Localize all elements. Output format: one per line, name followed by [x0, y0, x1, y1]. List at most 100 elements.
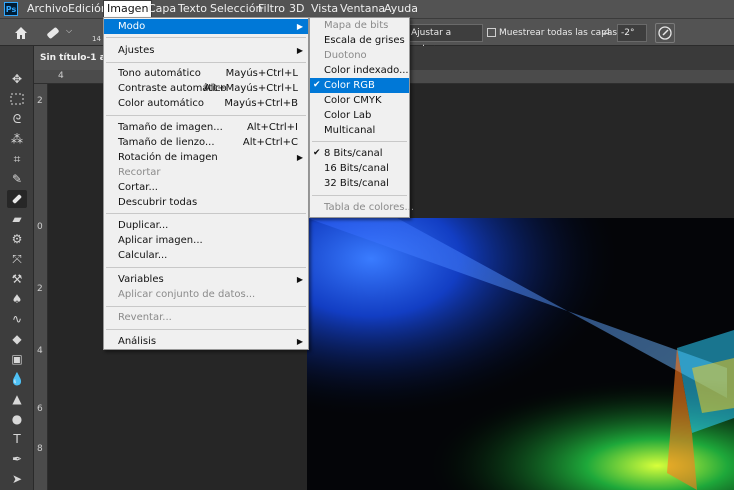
pressure-size-toggle[interactable]: [655, 23, 675, 43]
history-brush-tool-icon[interactable]: ⤧: [7, 250, 27, 268]
menu-item-label: 32 Bits/canal: [324, 178, 389, 189]
pen-path-tool-icon[interactable]: ∿: [7, 310, 27, 328]
menu-item-label: 8 Bits/canal: [324, 148, 383, 159]
mode-item-color-indexado[interactable]: Color indexado...: [310, 63, 409, 78]
menu-item-analisis[interactable]: Análisis ▶: [104, 334, 308, 349]
submenu-arrow-icon: ▶: [296, 22, 303, 31]
submenu-arrow-icon: ▶: [296, 275, 303, 284]
mode-item-color-rgb[interactable]: ✔ Color RGB: [310, 78, 409, 93]
menu-item-label: Multicanal: [324, 125, 376, 136]
document-photo: [307, 218, 734, 490]
menu-item-rotacion-imagen[interactable]: Rotación de imagen ▶: [104, 150, 308, 165]
prism-light-image: [307, 218, 734, 490]
ruler-tick-label: 6: [37, 404, 43, 414]
sample-all-layers-label: Muestrear todas las capas: [499, 28, 618, 38]
marquee-tool-icon[interactable]: [7, 90, 27, 108]
ruler-tick-label: 2: [37, 96, 43, 106]
brush-tool-icon[interactable]: ▰: [7, 210, 27, 228]
menu-item-label: Variables: [118, 274, 164, 285]
sponge-tool-icon[interactable]: ●: [7, 410, 27, 428]
menu-item-shortcut: Alt+Mayús+Ctrl+L: [203, 83, 298, 94]
eraser-block-tool-icon[interactable]: ◆: [7, 330, 27, 348]
angle-icon: ⊿: [602, 26, 611, 37]
lasso-tool-icon[interactable]: ᘓ: [7, 110, 27, 128]
menu-separator: [106, 306, 306, 307]
menu-item-ajustes[interactable]: Ajustes ▶: [104, 43, 308, 58]
menu-item-label: Aplicar imagen...: [118, 235, 203, 246]
crop-tool-icon[interactable]: ⌗: [7, 150, 27, 168]
mode-item-escala-grises[interactable]: Escala de grises: [310, 33, 409, 48]
healing-brush-preset-icon[interactable]: [44, 24, 62, 42]
menu-item-cortar[interactable]: Cortar...: [104, 180, 308, 195]
type-tool-icon[interactable]: T: [7, 430, 27, 448]
menu-texto[interactable]: Texto: [175, 0, 210, 18]
menu-item-label: Calcular...: [118, 250, 168, 261]
mode-item-color-lab[interactable]: Color Lab: [310, 108, 409, 123]
move-tool-icon[interactable]: ✥: [7, 70, 27, 88]
menu-item-label: Tabla de colores...: [324, 202, 414, 213]
ruler-tick-label: 8: [37, 444, 43, 454]
blur-tool-icon[interactable]: 💧: [7, 370, 27, 388]
menu-item-recortar: Recortar: [104, 165, 308, 180]
imagen-menu: Modo ▶ Ajustes ▶ Tono automático Mayús+Ctrl…: [103, 17, 309, 350]
menu-separator: [106, 62, 306, 63]
checkmark-icon: ✔: [313, 148, 321, 158]
document-tab[interactable]: Sin título-1 al 6: [34, 46, 104, 70]
modo-submenu: Mapa de bits Escala de grises Duotono Co…: [309, 17, 414, 218]
menu-item-tamano-imagen[interactable]: Tamaño de imagen... Alt+Ctrl+I: [104, 120, 308, 135]
menu-item-reventar: Reventar...: [104, 310, 308, 325]
menu-item-label: Color automático: [118, 98, 204, 109]
menu-item-variables[interactable]: Variables ▶: [104, 272, 308, 287]
menu-separator: [312, 141, 407, 142]
spot-healing-brush-tool-icon[interactable]: [7, 190, 27, 208]
brush-size-value: 14: [92, 35, 101, 43]
mode-item-8-bits[interactable]: ✔ 8 Bits/canal: [310, 146, 409, 161]
menu-item-calcular[interactable]: Calcular...: [104, 248, 308, 263]
home-icon[interactable]: [12, 24, 30, 42]
pen-tool-icon[interactable]: ✒: [7, 450, 27, 468]
menu-item-modo[interactable]: Modo ▶: [104, 19, 308, 34]
tools-panel: ✥ ᘓ ⁂ ⌗ ✎ ▰ ⚙ ⤧ ⚒ ♠ ∿ ◆ ▣ 💧 ▲ ● T ✒ ➤: [0, 46, 34, 490]
magic-wand-tool-icon[interactable]: ⁂: [7, 130, 27, 148]
mode-item-tabla-colores: Tabla de colores...: [310, 200, 414, 215]
submenu-arrow-icon: ▶: [296, 337, 303, 346]
angle-input[interactable]: -2°: [617, 24, 647, 42]
mode-item-16-bits[interactable]: 16 Bits/canal: [310, 161, 409, 176]
menu-item-label: Tono automático: [118, 68, 201, 79]
submenu-arrow-icon: ▶: [296, 46, 303, 55]
eraser-tool-icon[interactable]: ⚒: [7, 270, 27, 288]
menu-item-color-automatico[interactable]: Color automático Mayús+Ctrl+B: [104, 96, 308, 111]
clone-stamp-tool-icon[interactable]: ⚙: [7, 230, 27, 248]
menu-item-label: Color RGB: [324, 80, 375, 91]
menu-item-label: Color indexado...: [324, 65, 409, 76]
menu-item-tono-automatico[interactable]: Tono automático Mayús+Ctrl+L: [104, 66, 308, 81]
mode-item-32-bits[interactable]: 32 Bits/canal: [310, 176, 409, 191]
menu-filtro[interactable]: Filtro: [255, 0, 288, 18]
menu-item-descubrir-todas[interactable]: Descubrir todas: [104, 195, 308, 210]
menu-item-label: Tamaño de lienzo...: [118, 137, 215, 148]
menu-item-contraste-automatico[interactable]: Contraste automático Alt+Mayús+Ctrl+L: [104, 81, 308, 96]
menu-bar: Ps Archivo Edición Imagen Capa Texto Sel…: [0, 0, 734, 18]
align-to-surroundings-button[interactable]: Ajustar a entorno: [407, 24, 483, 54]
smudge-tool-icon[interactable]: ♠: [7, 290, 27, 308]
menu-separator: [106, 213, 306, 214]
dodge-tool-icon[interactable]: ▲: [7, 390, 27, 408]
menu-item-duplicar[interactable]: Duplicar...: [104, 218, 308, 233]
menu-item-label: Modo: [118, 21, 146, 32]
mode-item-multicanal[interactable]: Multicanal: [310, 123, 409, 138]
gradient-tool-icon[interactable]: ▣: [7, 350, 27, 368]
menu-item-aplicar-imagen[interactable]: Aplicar imagen...: [104, 233, 308, 248]
mode-item-duotono: Duotono: [310, 48, 409, 63]
path-selection-tool-icon[interactable]: ➤: [7, 470, 27, 488]
menu-item-shortcut: Alt+Ctrl+C: [242, 137, 298, 148]
preset-dropdown-chevron-icon[interactable]: ⌵: [66, 26, 72, 36]
photoshop-logo-icon: Ps: [4, 2, 18, 16]
menu-item-tamano-lienzo[interactable]: Tamaño de lienzo... Alt+Ctrl+C: [104, 135, 308, 150]
menu-item-label: Escala de grises: [324, 35, 405, 46]
ruler-tick-label: 4: [37, 346, 43, 356]
mode-item-color-cmyk[interactable]: Color CMYK: [310, 93, 409, 108]
menu-ayuda[interactable]: Ayuda: [381, 0, 421, 18]
eyedropper-tool-icon[interactable]: ✎: [7, 170, 27, 188]
sample-all-layers-checkbox[interactable]: [487, 28, 496, 37]
menu-3d[interactable]: 3D: [286, 0, 307, 18]
